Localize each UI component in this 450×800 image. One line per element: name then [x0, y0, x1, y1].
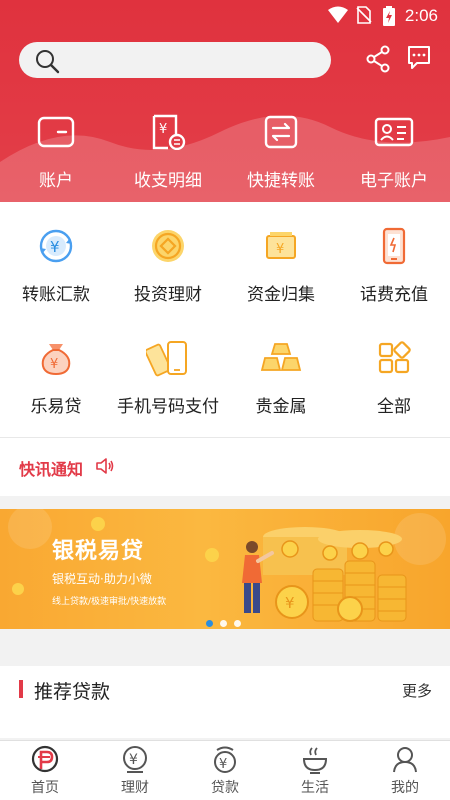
- home-icon: [31, 745, 59, 773]
- service-precious-metal[interactable]: 贵金属: [225, 338, 337, 417]
- top-service-bills[interactable]: ¥ 收支明细: [112, 114, 224, 191]
- news-notice[interactable]: 快讯通知: [0, 438, 450, 496]
- service-label: 投资理财: [134, 285, 202, 305]
- carousel-dot[interactable]: [234, 620, 241, 627]
- money-bag-icon: ¥: [41, 344, 71, 376]
- service-invest[interactable]: 投资理财: [112, 226, 224, 305]
- user-icon: [393, 747, 417, 773]
- svg-text:¥: ¥: [129, 752, 138, 768]
- banner-illustration: ¥: [8, 509, 446, 622]
- service-leyidai[interactable]: ¥ 乐易贷: [0, 338, 112, 417]
- notice-title: 快讯通知: [19, 460, 84, 479]
- section-title: 推荐贷款: [34, 681, 111, 703]
- cash-stack-icon: ¥: [266, 232, 296, 259]
- header: 2:06 账户 ¥ 收支明细 快捷转账 电子账户: [0, 0, 450, 202]
- recommended-loans: 推荐贷款 更多: [0, 666, 450, 738]
- top-service-label: 电子账户: [360, 171, 428, 191]
- svg-text:¥: ¥: [50, 357, 58, 372]
- tab-label: 首页: [31, 780, 59, 796]
- top-service-label: 账户: [39, 171, 73, 191]
- service-label: 手机号码支付: [117, 397, 219, 417]
- more-link[interactable]: 更多: [402, 680, 432, 701]
- tab-label: 我的: [391, 780, 419, 796]
- service-label: 转账汇款: [22, 285, 90, 305]
- top-service-account[interactable]: 账户: [0, 114, 112, 191]
- promo-banner[interactable]: ¥ 银税易贷 银税互动·助力小微 线上贷款/极速审批/快速放款: [0, 509, 450, 629]
- section-accent-bar: [19, 680, 23, 698]
- service-label: 贵金属: [255, 397, 307, 417]
- service-mobile-pay[interactable]: 手机号码支付: [112, 338, 224, 417]
- transfer-icon: [264, 115, 298, 149]
- tab-loan[interactable]: ¥ 贷款: [180, 745, 270, 797]
- speaker-icon: [96, 458, 114, 478]
- service-grid: ¥ 转账汇款 投资理财 ¥ 资金归集 话费充值 ¥ 乐易贷 手机号码支付 贵金属: [0, 202, 450, 437]
- grid-icon: [378, 341, 411, 374]
- banner-title: 银税易贷: [52, 539, 145, 564]
- top-service-label: 快捷转账: [247, 171, 315, 191]
- battery-charging-icon: [383, 6, 395, 30]
- tab-label: 理财: [121, 780, 149, 796]
- no-sim-icon: [356, 6, 372, 28]
- tab-home[interactable]: 首页: [0, 745, 90, 797]
- tab-finance[interactable]: ¥ 理财: [90, 745, 180, 797]
- tab-mine[interactable]: 我的: [360, 745, 450, 797]
- loan-icon: ¥: [214, 746, 236, 773]
- status-time: 2:06: [404, 6, 438, 25]
- mobile-pay-icon: [146, 341, 187, 377]
- gold-bar-icon: [260, 343, 302, 371]
- carousel-dot[interactable]: [220, 620, 227, 627]
- top-service-e-account[interactable]: 电子账户: [338, 114, 450, 191]
- banner-tags: 线上贷款/极速审批/快速放款: [52, 597, 167, 607]
- top-services: 账户 ¥ 收支明细 快捷转账 电子账户: [0, 114, 450, 194]
- top-service-label: 收支明细: [134, 171, 202, 191]
- finance-icon: ¥: [123, 746, 147, 773]
- bottom-tab-bar: 首页 ¥ 理财 ¥ 贷款 生活 我的: [0, 740, 450, 800]
- wallet-icon: [37, 116, 75, 148]
- service-fund-collect[interactable]: ¥ 资金归集: [225, 226, 337, 305]
- service-transfer[interactable]: ¥ 转账汇款: [0, 226, 112, 305]
- svg-text:¥: ¥: [159, 122, 167, 137]
- message-icon[interactable]: [407, 45, 431, 75]
- svg-text:¥: ¥: [50, 238, 60, 256]
- share-icon[interactable]: [366, 45, 390, 77]
- coin-icon: [152, 230, 184, 262]
- app-root: 2:06 账户 ¥ 收支明细 快捷转账 电子账户 ¥ 转账汇款 投资理财 ¥ 资…: [0, 0, 450, 800]
- banner-subtitle: 银税互动·助力小微: [52, 572, 152, 586]
- status-bar: 2:06: [0, 0, 450, 32]
- wifi-icon: [328, 6, 348, 28]
- service-topup[interactable]: 话费充值: [338, 226, 450, 305]
- service-all[interactable]: 全部: [338, 338, 450, 417]
- service-label: 话费充值: [360, 285, 428, 305]
- tab-label: 生活: [301, 780, 329, 796]
- carousel-dots: [206, 612, 248, 627]
- bill-icon: ¥: [152, 114, 186, 150]
- phone-icon: [382, 227, 406, 265]
- search-input[interactable]: [19, 42, 331, 78]
- id-card-icon: [374, 117, 414, 147]
- life-icon: [302, 747, 328, 774]
- service-label: 全部: [377, 397, 411, 417]
- svg-text:¥: ¥: [219, 757, 227, 772]
- svg-text:¥: ¥: [285, 594, 295, 612]
- tab-life[interactable]: 生活: [270, 745, 360, 797]
- svg-text:¥: ¥: [276, 242, 284, 257]
- carousel-dot[interactable]: [206, 620, 213, 627]
- top-service-quick-transfer[interactable]: 快捷转账: [225, 114, 337, 191]
- yen-exchange-icon: ¥: [39, 229, 73, 263]
- search-icon: [34, 48, 60, 78]
- service-label: 乐易贷: [30, 397, 82, 417]
- tab-label: 贷款: [211, 780, 239, 796]
- service-label: 资金归集: [247, 285, 315, 305]
